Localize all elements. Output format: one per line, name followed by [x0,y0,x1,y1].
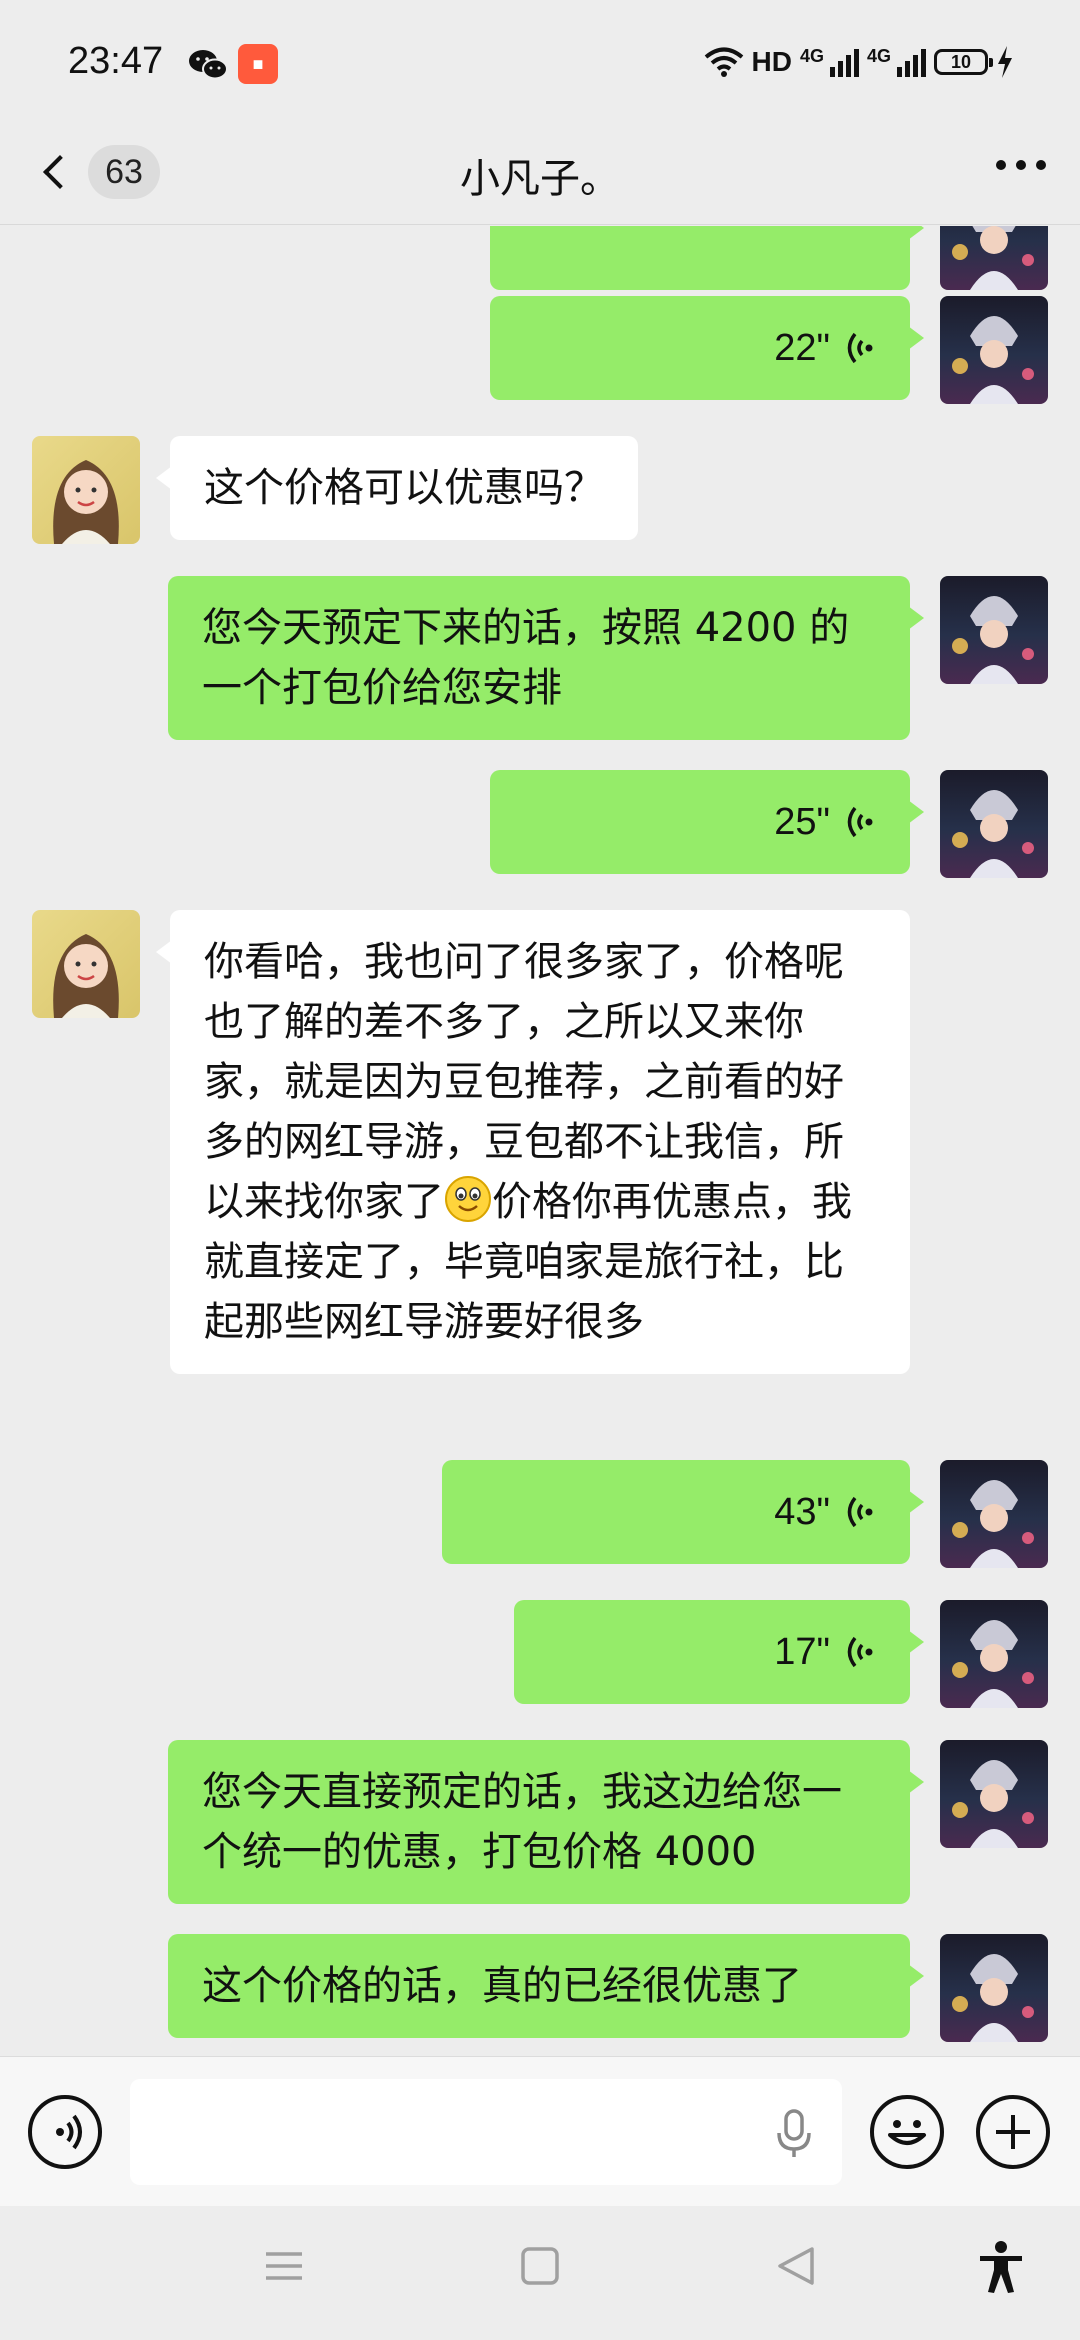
dot-icon [1016,160,1026,170]
accessibility-icon[interactable] [976,2240,1026,2294]
voice-wave-icon [847,1636,873,1668]
voice-wave-icon [847,1496,873,1528]
battery-icon: 10 [934,49,993,75]
chat-title: 小凡子。 [460,156,620,202]
charging-icon [998,46,1012,78]
message-input[interactable] [130,2079,842,2185]
system-navigation-bar [0,2206,1080,2340]
home-icon[interactable] [518,2244,562,2288]
menu-icon[interactable] [262,2244,306,2288]
message-text-field[interactable] [130,2079,750,2185]
app-notification-icon: ■ [238,44,278,84]
message-text: 这个价格可以优惠吗？ [204,465,604,511]
voice-duration: 22" [774,327,830,369]
message-text: 您今天直接预定的话，我这边给您一个统一的优惠，打包价格 4000 [202,1769,842,1875]
message-input-bar [0,2056,1080,2206]
more-functions-button[interactable] [976,2095,1050,2169]
voice-message-bubble[interactable]: 17" [514,1600,924,1704]
voice-duration: 25" [774,801,830,843]
dot-icon [1036,160,1046,170]
battery-level: 10 [950,52,972,72]
avatar-self[interactable] [940,770,1048,878]
avatar-self[interactable] [940,1460,1048,1568]
text-message-bubble[interactable]: 你看哈，我也问了很多家了，价格呢也了解的差不多了，之所以又来你家，就是因为豆包推… [156,910,910,1374]
voice-duration: 43" [774,1491,830,1533]
avatar-contact[interactable] [32,910,140,1018]
voice-mode-icon [56,2114,82,2150]
voice-message-bubble[interactable]: 25" [490,770,924,874]
chat-header: 63 小凡子。 [0,120,1080,225]
text-message-bubble[interactable]: 您今天预定下来的话，按照 4200 的一个打包价给您安排 [168,576,924,740]
voice-duration: 17" [774,1631,830,1673]
voice-wave-icon [847,806,873,838]
signal-icon [829,47,859,77]
avatar-self[interactable] [940,296,1048,404]
dot-icon [996,160,1006,170]
avatar-self[interactable] [940,1934,1048,2042]
sim2-label: 4G [866,46,891,66]
text-message-bubble[interactable]: 这个价格的话，真的已经很优惠了 [168,1934,924,2038]
status-bar: 23:47 ■ HD 4G 4G 10 [0,0,1080,120]
voice-mode-button[interactable] [28,2095,102,2169]
smile-emoji-icon [445,1176,491,1222]
wechat-icon [189,50,228,80]
voice-message-bubble[interactable]: 22" [490,296,924,400]
avatar-self[interactable] [940,576,1048,684]
voice-message-bubble[interactable]: 43" [442,1460,924,1564]
microphone-icon[interactable] [776,2109,812,2159]
plus-icon [996,2115,1030,2149]
voice-wave-icon [847,332,873,364]
avatar-self[interactable] [940,1740,1048,1848]
status-time: 23:47 [68,40,164,82]
voice-message-bubble[interactable] [490,226,924,290]
avatar-self[interactable] [940,226,1048,290]
network-label: HD [751,46,792,77]
message-text: 这个价格的话，真的已经很优惠了 [202,1963,802,2009]
emoji-button[interactable] [870,2095,944,2169]
chat-message-list[interactable]: 22" 这个价格可以优惠吗？ 您今天预定下来的话，按照 4200 的一个打包价给… [0,226,1080,2056]
wifi-icon [704,47,743,77]
avatar-contact[interactable] [32,436,140,544]
sim1-label: 4G [799,46,824,66]
status-indicators: HD 4G 4G 10 [704,46,1014,78]
avatar-self[interactable] [940,1600,1048,1708]
emoji-icon [888,2120,926,2145]
message-text: 您今天预定下来的话，按照 4200 的一个打包价给您安排 [202,605,850,711]
text-message-bubble[interactable]: 您今天直接预定的话，我这边给您一个统一的优惠，打包价格 4000 [168,1740,924,1904]
more-options-button[interactable] [996,160,1046,170]
back-triangle-icon[interactable] [774,2244,818,2288]
signal-icon [897,47,926,77]
text-message-bubble[interactable]: 这个价格可以优惠吗？ [156,436,638,540]
